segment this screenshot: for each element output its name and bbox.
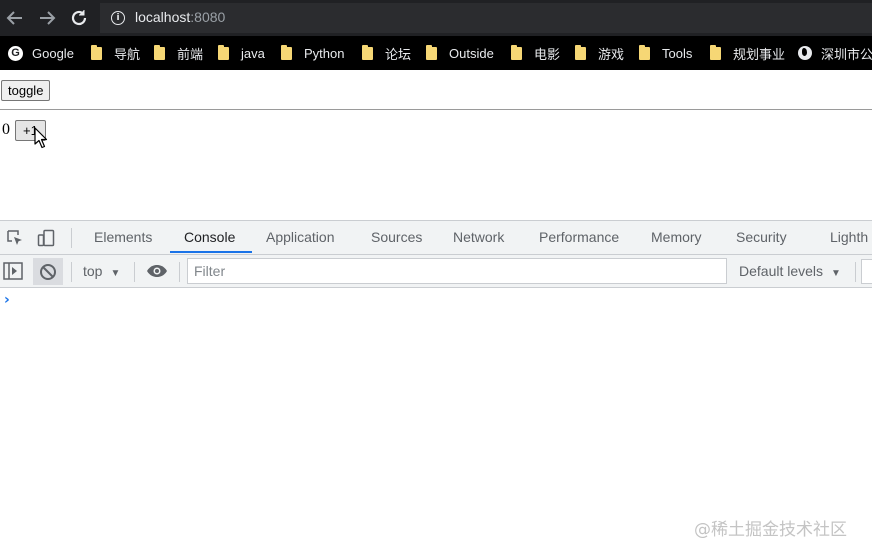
clear-console-button[interactable] xyxy=(33,258,63,285)
toolbar-divider xyxy=(71,262,72,282)
bookmark-label: 导航 xyxy=(114,46,141,62)
info-icon[interactable]: i xyxy=(111,11,125,25)
active-tab-indicator xyxy=(170,251,252,253)
url-text[interactable]: localhost:8080 xyxy=(135,9,225,25)
bookmark-label: Tools xyxy=(662,45,693,61)
folder-icon xyxy=(91,44,102,60)
url-host: localhost xyxy=(135,9,191,25)
tab-security[interactable]: Security xyxy=(736,221,787,254)
bookmark-google[interactable]: G Google xyxy=(8,44,74,62)
inspect-element-icon[interactable] xyxy=(6,229,24,247)
devtools-tabbar: Elements Console Application Sources Net… xyxy=(0,220,872,255)
toolbar-divider xyxy=(71,228,72,248)
bookmark-folder[interactable]: 规划事业 xyxy=(710,44,785,62)
bookmark-label: java xyxy=(241,45,265,61)
browser-toolbar: i localhost:8080 xyxy=(0,0,872,36)
globe-icon xyxy=(798,46,812,60)
url-port: :8080 xyxy=(190,9,226,25)
bookmark-folder[interactable]: 论坛 xyxy=(362,44,411,62)
log-levels-label: Default levels xyxy=(739,263,824,279)
folder-icon xyxy=(218,44,229,60)
dropdown-caret-icon: ▼ xyxy=(831,268,841,279)
context-selector[interactable]: top ▼ xyxy=(83,263,120,279)
bookmark-label: 电影 xyxy=(534,46,561,62)
folder-icon xyxy=(511,44,522,60)
divider xyxy=(0,109,872,110)
folder-icon xyxy=(426,44,437,60)
bookmark-label: 前端 xyxy=(177,46,204,62)
toolbar-divider xyxy=(855,262,856,282)
watermark: @稀土掘金技术社区 xyxy=(694,520,847,540)
console-prompt-icon[interactable]: › xyxy=(4,292,10,308)
show-sidebar-icon[interactable] xyxy=(3,262,23,280)
folder-icon xyxy=(154,44,165,60)
mouse-cursor-icon xyxy=(34,127,48,149)
folder-icon xyxy=(639,44,650,60)
bookmark-label: 论坛 xyxy=(385,46,412,62)
issues-counter[interactable] xyxy=(861,259,872,284)
google-icon: G xyxy=(8,45,23,61)
folder-icon xyxy=(362,44,373,60)
dropdown-caret-icon: ▼ xyxy=(110,268,121,279)
bookmark-folder[interactable]: Outside xyxy=(426,44,494,62)
tab-sources[interactable]: Sources xyxy=(371,221,422,254)
bookmark-folder[interactable]: Tools xyxy=(639,44,692,62)
bookmark-folder[interactable]: 电影 xyxy=(511,44,560,62)
bookmark-label: Outside xyxy=(449,45,494,61)
bookmark-folder[interactable]: 游戏 xyxy=(575,44,624,62)
bookmark-label: Python xyxy=(304,45,345,61)
bookmark-folder[interactable]: Python xyxy=(281,44,344,62)
folder-icon xyxy=(281,44,292,60)
toolbar-divider xyxy=(179,262,180,282)
console-toolbar: top ▼ Default levels ▼ xyxy=(0,255,872,288)
bookmark-label: Google xyxy=(32,45,74,61)
tab-console[interactable]: Console xyxy=(184,221,235,254)
arrow-right-icon xyxy=(40,11,56,25)
bookmarks-bar: G Google 导航 前端 java Python 论坛 Outside 电影 … xyxy=(0,36,872,70)
address-bar[interactable]: i localhost:8080 xyxy=(100,3,872,33)
back-button[interactable] xyxy=(3,6,27,30)
filter-input[interactable] xyxy=(187,258,727,284)
toolbar-divider xyxy=(134,262,135,282)
tab-lighthouse[interactable]: Lighth xyxy=(830,221,868,254)
bookmark-label: 深圳市公 xyxy=(821,46,872,62)
counter-value: 0 xyxy=(2,121,10,138)
bookmark-folder[interactable]: 前端 xyxy=(154,44,203,62)
bookmark-site[interactable]: 深圳市公 xyxy=(798,44,872,62)
bookmark-label: 游戏 xyxy=(598,46,625,62)
reload-icon xyxy=(71,10,87,26)
folder-icon xyxy=(575,44,586,60)
tab-performance[interactable]: Performance xyxy=(539,221,619,254)
tab-application[interactable]: Application xyxy=(266,221,335,254)
bookmark-folder[interactable]: java xyxy=(218,44,265,62)
reload-button[interactable] xyxy=(67,6,91,30)
toggle-button[interactable]: toggle xyxy=(1,80,51,101)
tab-network[interactable]: Network xyxy=(453,221,504,254)
bookmark-label: 规划事业 xyxy=(733,46,786,62)
live-expression-eye-icon[interactable] xyxy=(146,264,168,278)
device-toolbar-icon[interactable] xyxy=(37,229,55,247)
tab-elements[interactable]: Elements xyxy=(94,221,152,254)
forward-button[interactable] xyxy=(35,6,59,30)
bookmark-folder[interactable]: 导航 xyxy=(91,44,140,62)
clear-console-icon xyxy=(40,264,56,280)
folder-icon xyxy=(710,44,721,60)
log-levels-dropdown[interactable]: Default levels ▼ xyxy=(739,263,841,279)
tab-memory[interactable]: Memory xyxy=(651,221,702,254)
arrow-left-icon xyxy=(6,11,22,25)
context-label: top xyxy=(83,263,103,279)
